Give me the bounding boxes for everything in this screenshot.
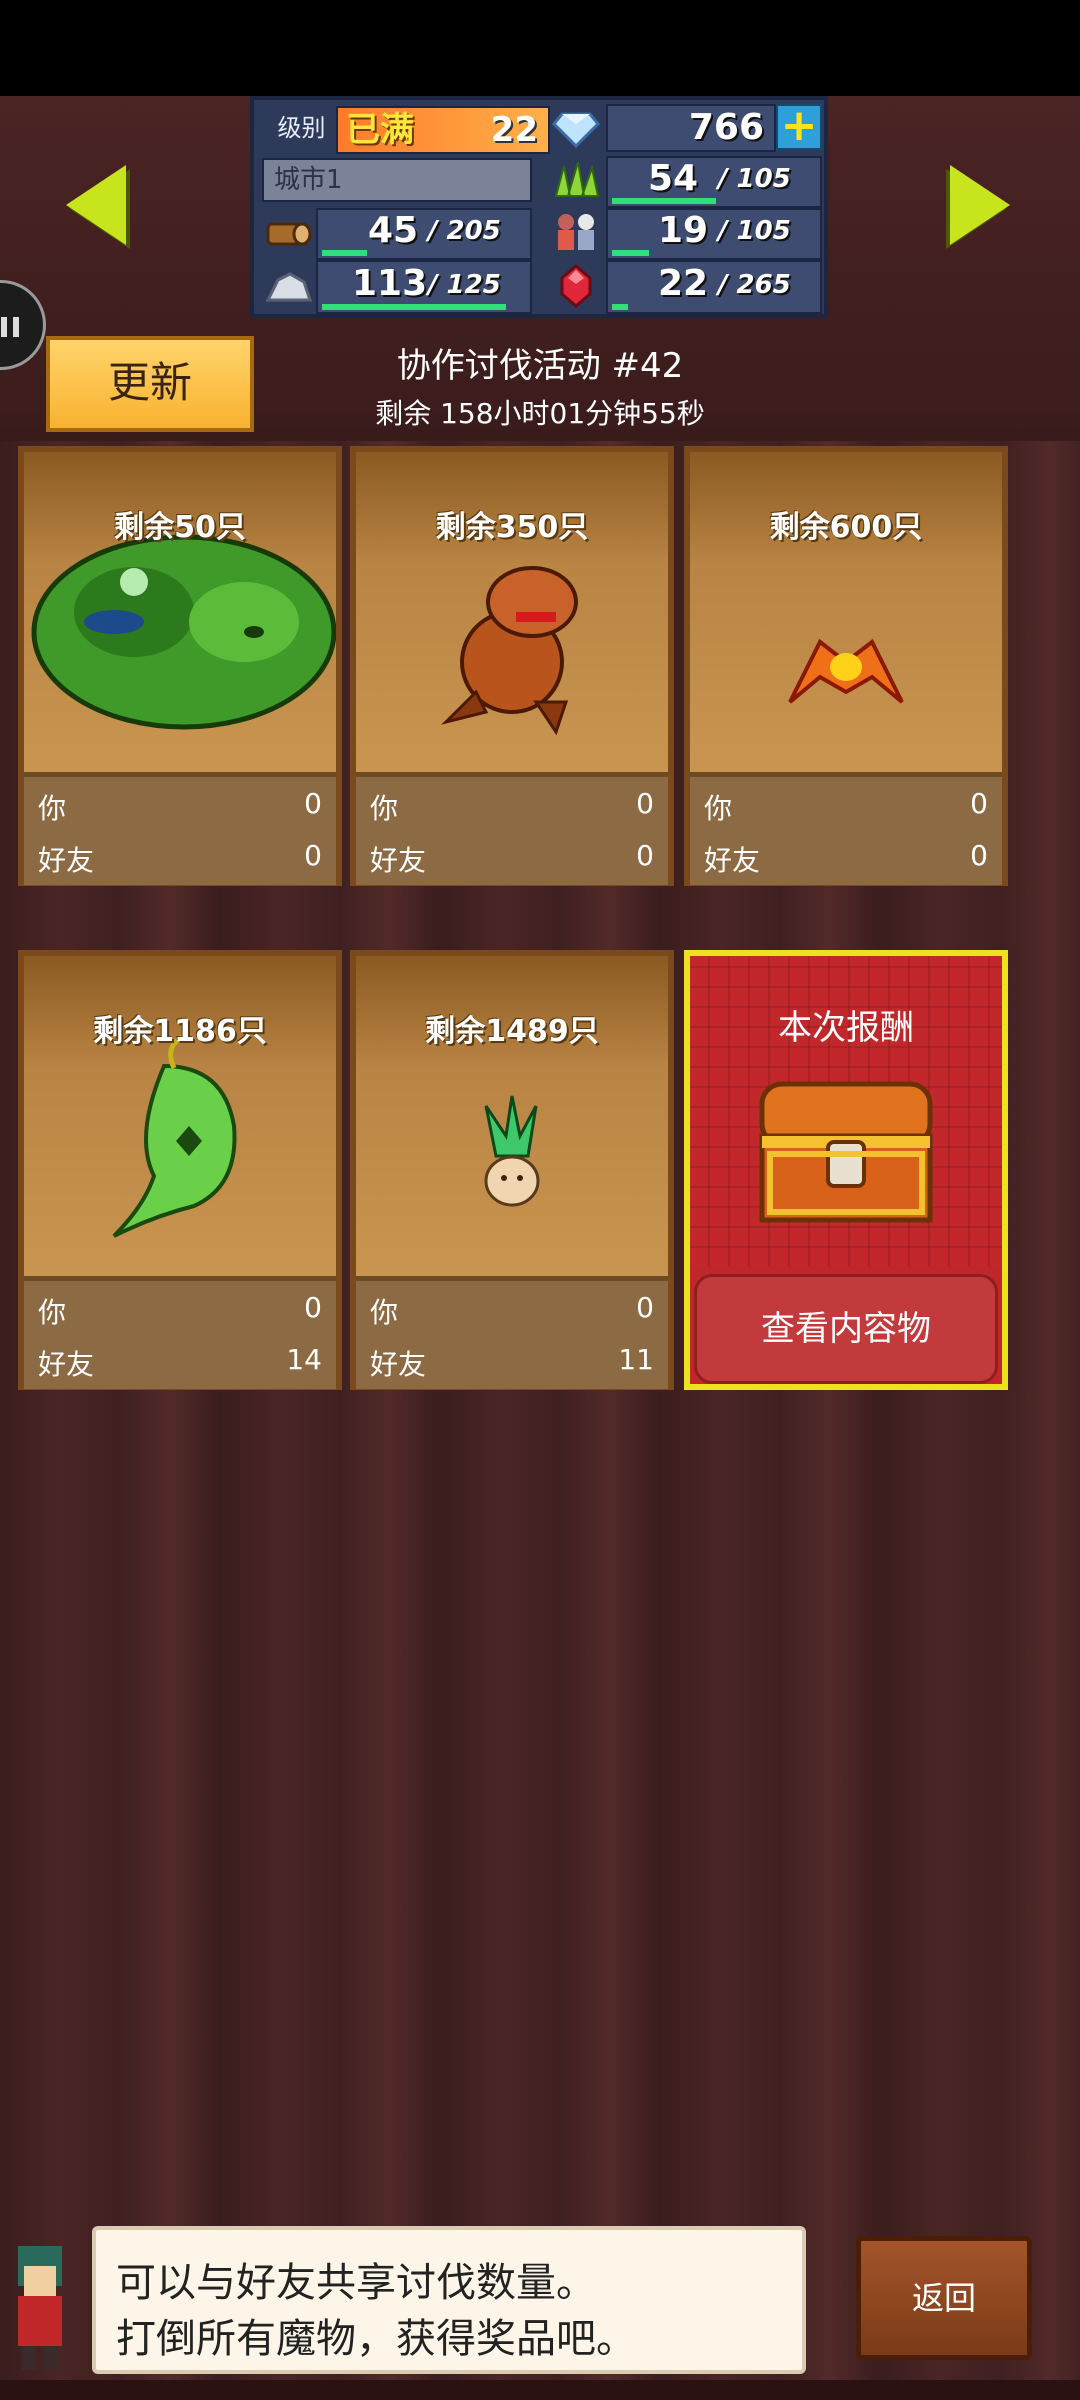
hint-line-1: 可以与好友共享讨伐数量。 [116, 2260, 596, 2306]
stone-icon [262, 264, 314, 308]
update-button[interactable]: 更新 [46, 336, 254, 432]
remaining-count: 剩余50只 [114, 510, 246, 545]
level-max: 已满 [346, 110, 414, 150]
ruby-icon [550, 264, 602, 308]
ruby-bar [612, 304, 628, 310]
level-value: 22 [490, 110, 538, 150]
fire-bat-icon [788, 638, 904, 704]
wood-bar [322, 250, 367, 256]
you-value: 0 [636, 1291, 654, 1324]
green-slime-icon [31, 534, 337, 730]
reward-card: 本次报酬 查看内容物 [684, 950, 1008, 1390]
monster-card[interactable]: 剩余1489只 你 0 好友 11 [350, 950, 674, 1390]
wood-icon [262, 210, 314, 254]
you-label: 你 [38, 1296, 67, 1329]
you-label: 你 [38, 792, 67, 825]
people-bar [612, 250, 649, 256]
avatar [0, 2226, 80, 2376]
ruby-cell: 22 / 265 [606, 260, 822, 314]
view-contents-button[interactable]: 查看内容物 [694, 1274, 998, 1384]
orange-dragon-icon [441, 566, 578, 736]
people-current: 19 [658, 210, 709, 251]
you-value: 0 [304, 1291, 322, 1324]
remaining-count: 剩余1489只 [425, 1014, 599, 1049]
card-stats: 你 0 好友 0 [24, 772, 336, 885]
prev-arrow-icon[interactable] [66, 165, 126, 245]
friend-value: 11 [618, 1343, 654, 1376]
you-label: 你 [704, 792, 733, 825]
stats-panel: 级别 已满 22 766 + 城市1 54 / 105 45 / 205 19 … [250, 96, 828, 318]
treasure-chest-icon [759, 1081, 933, 1223]
character-icon [18, 2246, 62, 2370]
friend-value: 0 [304, 839, 322, 872]
friend-label: 好友 [370, 1348, 427, 1381]
stone-current: 113 [352, 263, 428, 304]
you-value: 0 [304, 787, 322, 820]
people-cell: 19 / 105 [606, 208, 822, 260]
diamond-icon [550, 106, 602, 150]
card-stats: 你 0 好友 14 [24, 1276, 336, 1389]
friend-value: 0 [970, 839, 988, 872]
card-stats: 你 0 好友 0 [690, 772, 1002, 885]
status-bar [0, 0, 1080, 96]
leaf-ghost-icon [112, 1033, 237, 1238]
monster-card[interactable]: 剩余50只 你 0 好友 0 [18, 446, 342, 886]
you-value: 0 [970, 787, 988, 820]
card-art: 剩余600只 [690, 452, 1002, 772]
remaining-count: 剩余1186只 [93, 1014, 267, 1049]
city-name: 城市1 [262, 158, 532, 202]
friend-label: 好友 [704, 844, 761, 877]
stone-cell: 113 / 125 [316, 260, 532, 314]
event-title: 协作讨伐活动 #42 [396, 346, 684, 386]
card-stats: 你 0 好友 11 [356, 1276, 668, 1389]
wood-cell: 45 / 205 [316, 208, 532, 260]
hint-dialog: 可以与好友共享讨伐数量。 打倒所有魔物，获得奖品吧。 [92, 2226, 806, 2374]
card-stats: 你 0 好友 0 [356, 772, 668, 885]
mandrake-icon [484, 1095, 540, 1207]
stone-max: / 125 [428, 270, 501, 300]
stone-bar [322, 304, 506, 310]
add-gems-button[interactable]: + [776, 104, 822, 150]
wood-max: / 205 [428, 216, 501, 246]
friend-label: 好友 [370, 844, 427, 877]
grass-cell: 54 / 105 [606, 156, 822, 208]
pause-icon [1, 317, 7, 337]
friend-value: 14 [286, 1343, 322, 1376]
hint-line-2: 打倒所有魔物，获得奖品吧。 [116, 2316, 636, 2362]
friend-label: 好友 [38, 1348, 95, 1381]
people-max: / 105 [718, 216, 791, 246]
card-art: 剩余50只 [24, 452, 337, 772]
reward-art: 本次报酬 [690, 956, 1002, 1266]
card-art: 剩余350只 [356, 452, 668, 772]
ruby-max: / 265 [718, 270, 791, 300]
monster-card[interactable]: 剩余350只 你 0 好友 0 [350, 446, 674, 886]
you-value: 0 [636, 787, 654, 820]
level-bar: 已满 22 [336, 106, 550, 154]
back-button[interactable]: 返回 [856, 2236, 1032, 2360]
monster-card[interactable]: 剩余600只 你 0 好友 0 [684, 446, 1008, 886]
people-icon [550, 210, 602, 254]
you-label: 你 [370, 1296, 399, 1329]
grass-current: 54 [648, 158, 699, 199]
gem-cell: 766 [606, 104, 776, 152]
card-art: 剩余1186只 [24, 956, 336, 1276]
monster-card[interactable]: 剩余1186只 你 0 好友 14 [18, 950, 342, 1390]
friend-value: 0 [636, 839, 654, 872]
card-art: 剩余1489只 [356, 956, 668, 1276]
remaining-count: 剩余350只 [435, 510, 589, 545]
grass-max: / 105 [718, 164, 791, 194]
remaining-count: 剩余600只 [769, 510, 923, 545]
ruby-current: 22 [658, 263, 709, 304]
grass-bar [612, 198, 716, 204]
event-remaining-time: 剩余 158小时01分钟55秒 [375, 397, 705, 430]
grass-icon [550, 158, 602, 202]
bottom-band [0, 2380, 1080, 2400]
gem-count: 766 [688, 107, 764, 148]
level-label: 级别 [277, 114, 326, 142]
next-arrow-icon[interactable] [950, 165, 1010, 245]
pause-icon-bar [13, 317, 19, 337]
wood-current: 45 [368, 210, 419, 251]
friend-label: 好友 [38, 844, 95, 877]
you-label: 你 [370, 792, 399, 825]
